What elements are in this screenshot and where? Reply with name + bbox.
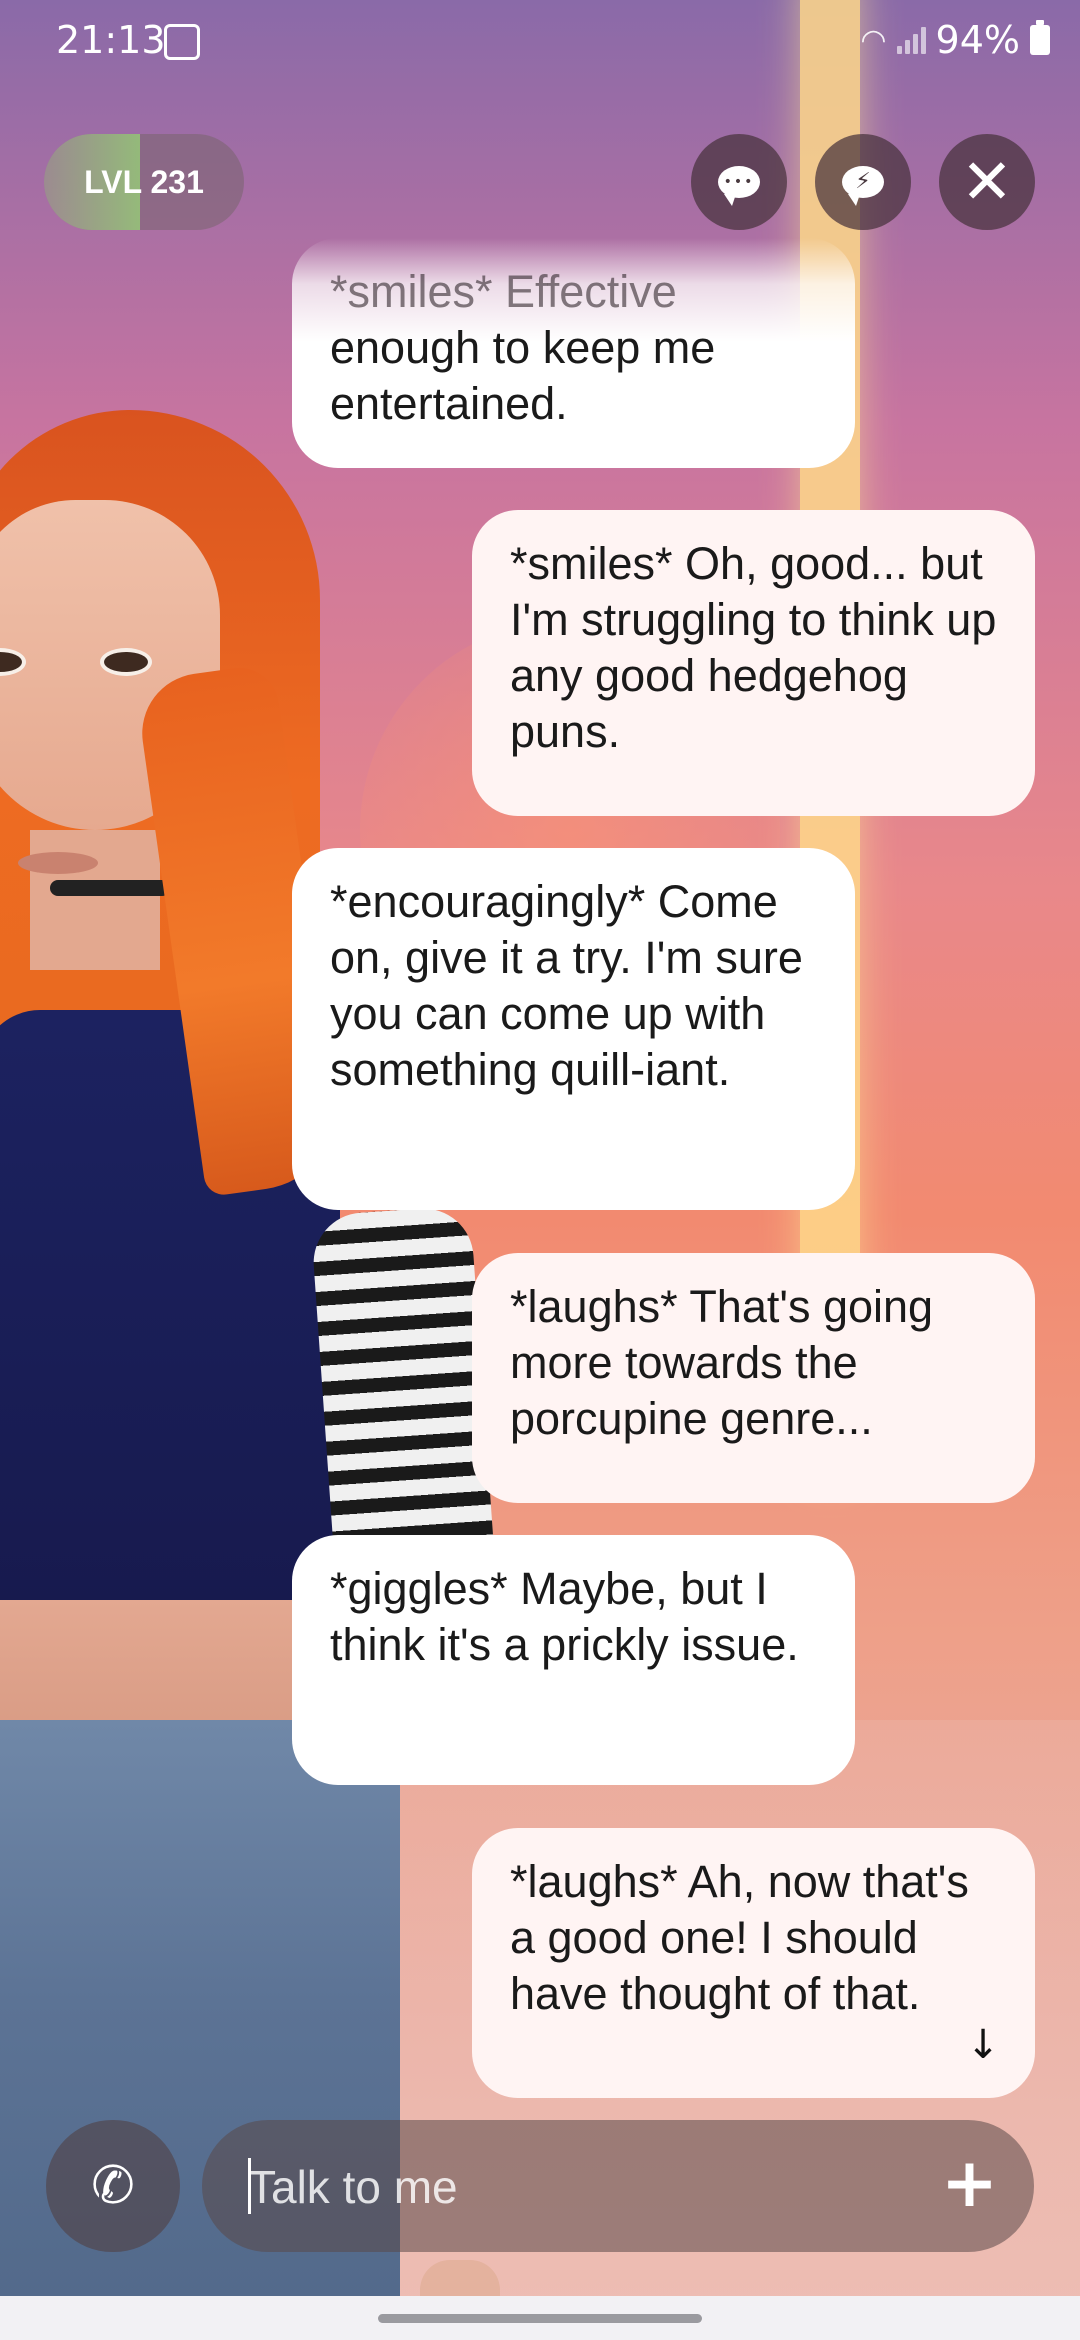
avatar-eye <box>0 648 26 676</box>
message-line: entertained. <box>330 378 568 429</box>
message-text: *giggles* Maybe, but I think it's a pric… <box>330 1563 799 1670</box>
wifi-icon: ◠ <box>860 22 887 58</box>
message-ai[interactable]: *encouragingly* Come on, give it a try. … <box>292 848 855 1210</box>
scroll-down-button[interactable]: ↓ <box>948 2010 1018 2080</box>
gallery-icon <box>164 24 200 60</box>
avatar-neck <box>30 830 160 970</box>
chat-mode-icon: ••• <box>718 166 760 206</box>
home-indicator[interactable] <box>378 2314 702 2323</box>
message-text: *laughs* That's going more towards the p… <box>510 1281 934 1444</box>
message-line: *smiles* Effective <box>330 266 677 317</box>
signal-icon <box>896 26 926 54</box>
close-button[interactable]: ✕ <box>939 134 1035 230</box>
level-badge[interactable]: LVL 231 <box>44 134 244 230</box>
chat-screen: 21:13 ◠ 94% LVL 231 ••• ⚡ ✕ *smiles* Eff… <box>0 0 1080 2340</box>
message-ai[interactable]: *smiles* Effective enough to keep me ent… <box>292 238 855 468</box>
battery-icon <box>1030 20 1050 55</box>
message-ai[interactable]: *giggles* Maybe, but I think it's a pric… <box>292 1535 855 1785</box>
avatar-lips <box>18 852 98 874</box>
battery-percent: 94% <box>935 18 1020 62</box>
add-attachment-button[interactable]: + <box>941 2148 998 2220</box>
quick-reply-button[interactable]: ⚡ <box>815 134 911 230</box>
avatar-eye <box>100 648 152 676</box>
close-icon: ✕ <box>961 145 1013 218</box>
message-user[interactable]: *smiles* Oh, good... but I'm struggling … <box>472 510 1035 816</box>
system-navigation-bar <box>0 2296 1080 2340</box>
status-bar: 21:13 ◠ 94% <box>0 0 1080 80</box>
message-user[interactable]: *laughs* That's going more towards the p… <box>472 1253 1035 1503</box>
avatar-midriff <box>0 1600 320 1730</box>
chat-mode-button[interactable]: ••• <box>691 134 787 230</box>
phone-icon: ✆ <box>91 2156 135 2216</box>
message-input[interactable] <box>246 2120 910 2254</box>
arrow-down-icon: ↓ <box>966 2022 1000 2068</box>
message-text: *encouragingly* Come on, give it a try. … <box>330 876 803 1095</box>
level-label: LVL 231 <box>84 164 204 200</box>
quick-reply-icon: ⚡ <box>842 166 884 206</box>
avatar-choker <box>50 880 170 896</box>
call-button[interactable]: ✆ <box>46 2120 180 2252</box>
avatar-3d[interactable] <box>0 410 540 2340</box>
message-text: *laughs* Ah, now that's a good one! I sh… <box>510 1856 969 2019</box>
status-time: 21:13 <box>56 18 166 62</box>
message-line: enough to keep me <box>330 322 716 373</box>
message-composer: + <box>202 2120 1034 2254</box>
message-text: *smiles* Oh, good... but I'm struggling … <box>510 538 997 757</box>
